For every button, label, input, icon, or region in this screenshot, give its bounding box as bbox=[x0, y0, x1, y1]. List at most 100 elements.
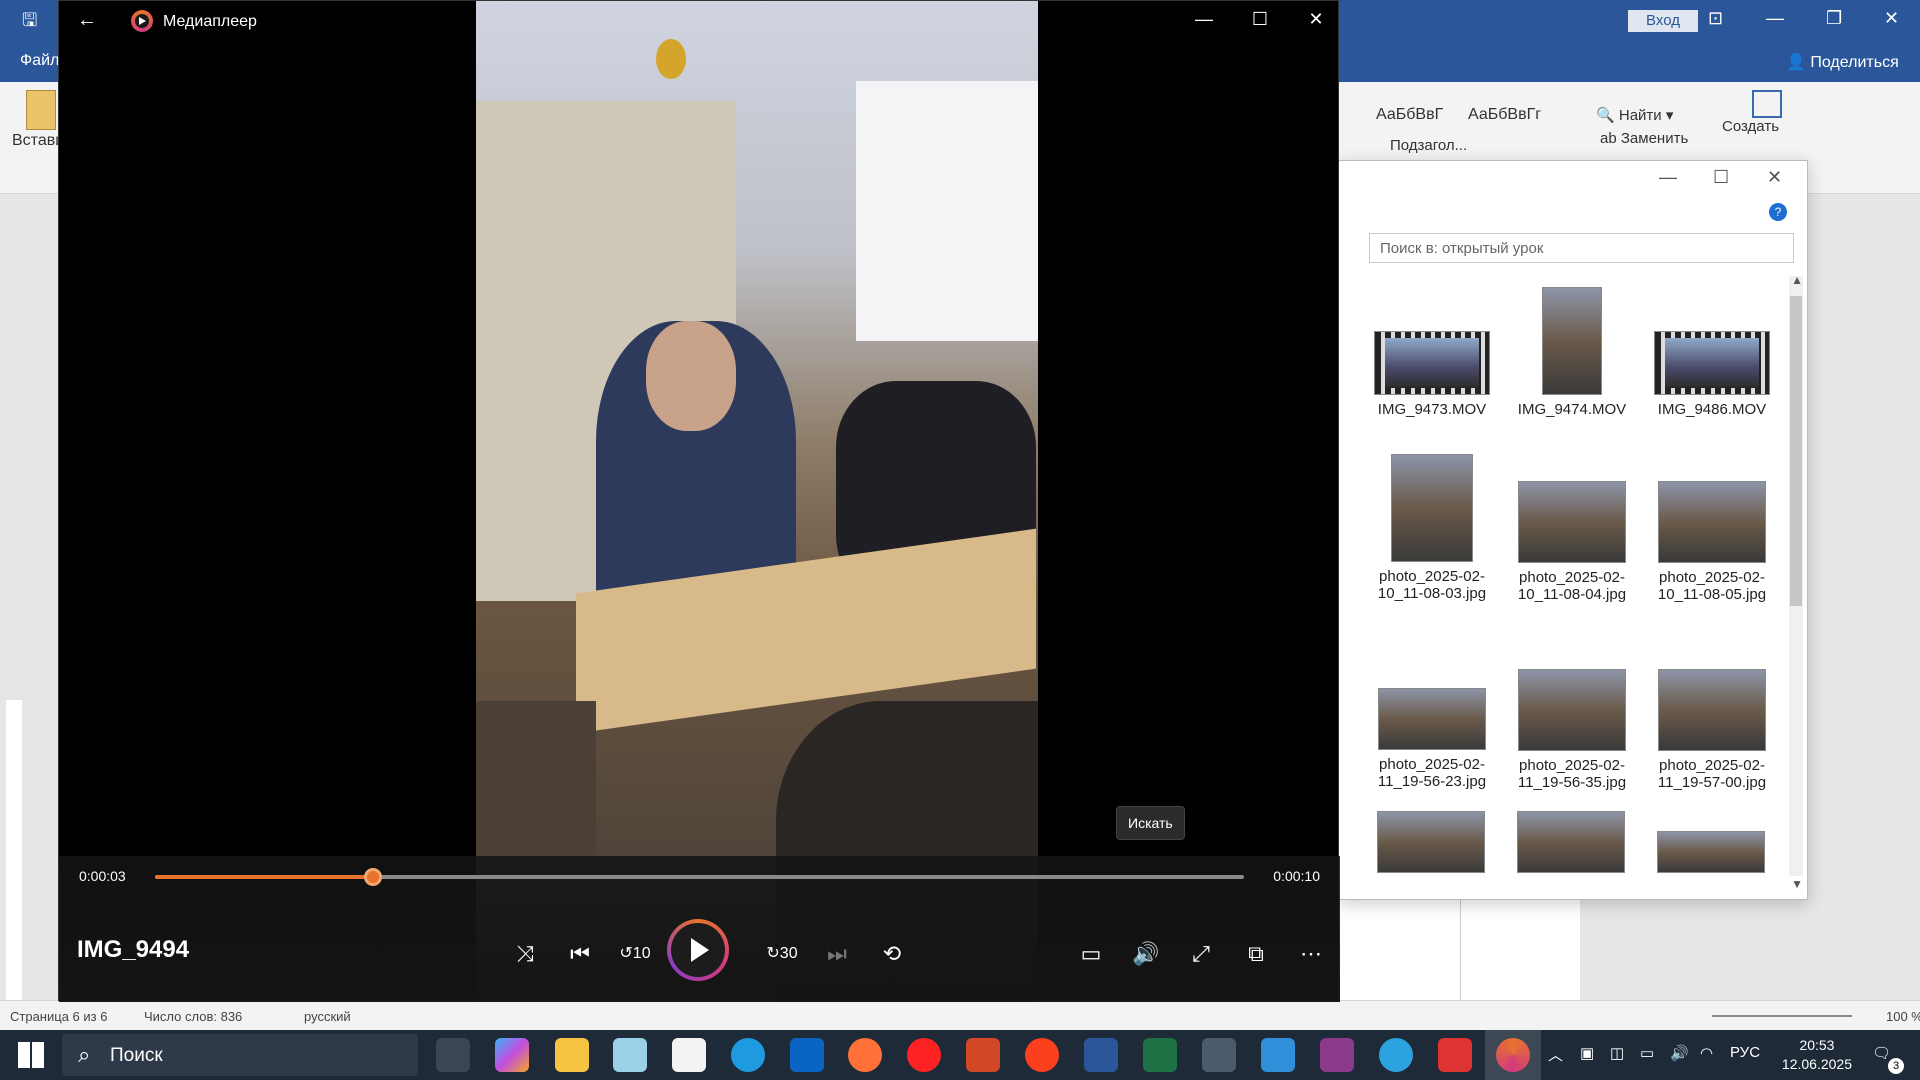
file-item[interactable]: photo_2025-02-11_19-56-35.jpg bbox=[1507, 669, 1637, 791]
winrar-icon[interactable] bbox=[1320, 1038, 1354, 1072]
store-icon[interactable] bbox=[672, 1038, 706, 1072]
app-icon[interactable] bbox=[613, 1038, 647, 1072]
maximize-icon[interactable]: ☐ bbox=[1713, 167, 1729, 188]
play-button[interactable] bbox=[667, 919, 729, 981]
file-item[interactable]: IMG_9473.MOV bbox=[1367, 331, 1497, 418]
save-icon[interactable]: 🖫 bbox=[22, 8, 37, 38]
next-icon[interactable]: ⏭ bbox=[817, 936, 857, 972]
signin-button[interactable]: Вход bbox=[1628, 10, 1698, 32]
subtitles-icon[interactable]: ▭ bbox=[1071, 936, 1111, 972]
find-button[interactable]: 🔍 Найти ▾ bbox=[1596, 106, 1673, 124]
clock-date: 12.06.2025 bbox=[1781, 1056, 1852, 1072]
word-icon[interactable] bbox=[1084, 1038, 1118, 1072]
edge-icon[interactable] bbox=[731, 1038, 765, 1072]
file-item[interactable]: IMG_9486.MOV bbox=[1647, 331, 1777, 418]
file-item[interactable]: photo_2025-02-10_11-08-05.jpg bbox=[1647, 481, 1777, 603]
minimize-icon[interactable]: — bbox=[1766, 8, 1784, 29]
style-name-2: Подзагол... bbox=[1390, 137, 1468, 154]
input-language[interactable]: РУС bbox=[1730, 1044, 1760, 1061]
file-item[interactable]: IMG_9474.MOV bbox=[1507, 287, 1637, 418]
minimize-icon[interactable]: — bbox=[1189, 9, 1219, 30]
pdf-reader-icon[interactable] bbox=[1438, 1038, 1472, 1072]
excel-icon[interactable] bbox=[1143, 1038, 1177, 1072]
close-icon[interactable]: ✕ bbox=[1884, 8, 1899, 29]
video-thumbnail bbox=[1542, 287, 1602, 395]
firefox-icon[interactable] bbox=[848, 1038, 882, 1072]
seek-handle[interactable] bbox=[363, 868, 382, 886]
media-player-icon[interactable] bbox=[1496, 1038, 1530, 1072]
outlook-icon[interactable] bbox=[790, 1038, 824, 1072]
zoom-level[interactable]: 100 % bbox=[1886, 1009, 1920, 1024]
yandex-browser-icon[interactable] bbox=[907, 1038, 941, 1072]
replace-button[interactable]: ab Заменить bbox=[1600, 130, 1688, 147]
share-button[interactable]: 👤 Поделиться bbox=[1786, 52, 1899, 72]
rewind-10-icon[interactable]: ↺10 bbox=[615, 936, 655, 972]
balloon bbox=[656, 39, 686, 79]
restore-icon[interactable]: ❐ bbox=[1826, 8, 1842, 29]
word-count[interactable]: Число слов: 836 bbox=[144, 1009, 242, 1024]
image-thumbnail[interactable] bbox=[1377, 811, 1485, 873]
mini-player-icon[interactable]: ⧉ bbox=[1236, 936, 1276, 972]
fullscreen-icon[interactable]: ⤢ bbox=[1181, 936, 1221, 972]
minimize-icon[interactable]: — bbox=[1659, 167, 1677, 188]
repeat-icon[interactable]: ⟲ bbox=[872, 936, 912, 972]
clock[interactable]: 20:53 12.06.2025 bbox=[1782, 1036, 1852, 1074]
style-sample-1[interactable]: АаБбВвГ bbox=[1376, 106, 1443, 124]
file-item[interactable]: photo_2025-02-10_11-08-03.jpg bbox=[1367, 454, 1497, 602]
page-count[interactable]: Страница 6 из 6 bbox=[10, 1009, 107, 1024]
file-explorer-icon[interactable] bbox=[555, 1038, 589, 1072]
media-player-icon bbox=[131, 10, 153, 32]
maximize-icon[interactable]: ☐ bbox=[1245, 9, 1275, 30]
volume-icon[interactable]: 🔊 bbox=[1126, 936, 1166, 972]
previous-icon[interactable]: ⏮ bbox=[560, 936, 600, 972]
chevron-up-icon[interactable]: ▲ bbox=[1791, 273, 1803, 287]
copilot-icon[interactable] bbox=[495, 1038, 529, 1072]
language[interactable]: русский bbox=[304, 1009, 351, 1024]
volume-icon[interactable]: 🔊 bbox=[1670, 1044, 1689, 1062]
ribbon-display-icon[interactable]: ⊡ bbox=[1708, 8, 1723, 29]
shuffle-icon[interactable]: ⤨ bbox=[505, 936, 545, 972]
meet-now-icon[interactable]: ▣ bbox=[1580, 1044, 1594, 1062]
style-sample-2[interactable]: АаБбВвГг bbox=[1468, 106, 1541, 124]
show-hidden-icons-icon[interactable]: ︿ bbox=[1548, 1044, 1563, 1065]
tab-file[interactable]: Файл bbox=[20, 52, 59, 70]
player-title-bar: ← Медиаплеер — ☐ ✕ bbox=[59, 1, 1340, 43]
chevron-down-icon[interactable]: ▼ bbox=[1791, 877, 1803, 891]
windows-start-icon[interactable] bbox=[18, 1042, 44, 1068]
taskbar-search[interactable]: ⌕ Поиск bbox=[62, 1034, 418, 1076]
more-options-icon[interactable]: ⋯ bbox=[1291, 936, 1331, 972]
wifi-icon[interactable]: ◠ bbox=[1700, 1044, 1713, 1062]
help-icon[interactable]: ? bbox=[1769, 203, 1787, 221]
yandex-icon[interactable] bbox=[1025, 1038, 1059, 1072]
forward-30-icon[interactable]: ↻30 bbox=[762, 936, 802, 972]
file-item[interactable]: photo_2025-02-10_11-08-04.jpg bbox=[1507, 481, 1637, 603]
video-frame[interactable] bbox=[476, 1, 1038, 1002]
telegram-icon[interactable] bbox=[1379, 1038, 1413, 1072]
calculator-icon[interactable] bbox=[1202, 1038, 1236, 1072]
zoom-slider[interactable] bbox=[1712, 1015, 1852, 1017]
scrollbar-thumb[interactable] bbox=[1790, 296, 1802, 606]
close-icon[interactable]: ✕ bbox=[1301, 9, 1331, 30]
image-thumbnail[interactable] bbox=[1657, 831, 1765, 873]
file-item[interactable]: photo_2025-02-11_19-56-23.jpg bbox=[1367, 688, 1497, 790]
powerpoint-icon[interactable] bbox=[966, 1038, 1000, 1072]
image-thumbnail bbox=[1391, 454, 1473, 562]
photos-icon[interactable] bbox=[1261, 1038, 1295, 1072]
paste-icon[interactable] bbox=[26, 90, 56, 130]
window-light bbox=[856, 81, 1038, 341]
student-face bbox=[646, 321, 736, 431]
play-icon bbox=[691, 938, 709, 962]
search-input[interactable]: Поиск в: открытый урок bbox=[1369, 233, 1794, 263]
seek-bar[interactable] bbox=[155, 868, 1244, 886]
task-view-icon[interactable] bbox=[436, 1038, 470, 1072]
camera-icon[interactable]: ◫ bbox=[1610, 1044, 1624, 1062]
create-pdf-button[interactable]: Создать bbox=[1722, 118, 1779, 135]
file-explorer-dialog: — ☐ ✕ ? Поиск в: открытый урок IMG_9473.… bbox=[1338, 160, 1808, 900]
file-item[interactable]: photo_2025-02-11_19-57-00.jpg bbox=[1647, 669, 1777, 791]
back-arrow-icon[interactable]: ← bbox=[77, 9, 97, 32]
image-thumbnail bbox=[1378, 688, 1486, 750]
notifications-icon[interactable]: 🗨 bbox=[1872, 1044, 1891, 1062]
image-thumbnail[interactable] bbox=[1517, 811, 1625, 873]
close-icon[interactable]: ✕ bbox=[1767, 167, 1782, 188]
battery-icon[interactable]: ▭ bbox=[1640, 1044, 1654, 1062]
